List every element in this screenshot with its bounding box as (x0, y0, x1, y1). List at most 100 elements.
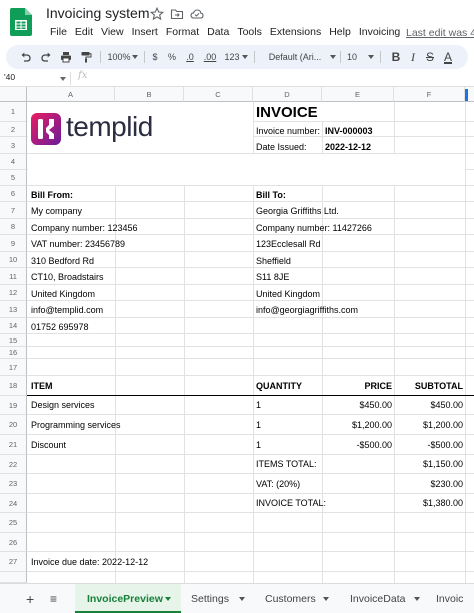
strikethrough-button[interactable]: S (424, 45, 436, 69)
row-header[interactable]: 13 (0, 301, 27, 318)
tab-customers[interactable]: Customers (265, 584, 345, 613)
invoice-total-value: $1,380.00 (422, 498, 463, 508)
currency-format-button[interactable]: $ (149, 45, 161, 69)
last-edit-link[interactable]: Last edit was 4 (406, 27, 474, 39)
column-header-c[interactable]: C (184, 87, 253, 102)
grid-line (27, 251, 474, 252)
add-sheet-button[interactable]: + (26, 584, 34, 613)
decrease-decimal-button[interactable]: .0 (183, 45, 197, 69)
item-price: -$500.00 (356, 440, 392, 450)
menu-insert[interactable]: Insert (128, 26, 162, 38)
column-header-b[interactable]: B (115, 87, 184, 102)
row-header[interactable]: 26 (0, 533, 27, 552)
row-header[interactable]: 25 (0, 513, 27, 533)
undo-button[interactable] (18, 45, 34, 69)
tab-invoice-preview[interactable]: InvoicePreview (75, 584, 181, 613)
tab-invoice-data[interactable]: InvoiceData (350, 584, 430, 613)
number-format-select[interactable]: 123 (222, 45, 242, 69)
text-color-button[interactable]: A (442, 45, 454, 69)
row-header[interactable]: 6 (0, 186, 27, 202)
menu-help[interactable]: Help (325, 26, 355, 38)
increase-decimal-button[interactable]: .00 (201, 45, 219, 69)
column-header-e[interactable]: E (322, 87, 394, 102)
row-header[interactable]: 16 (0, 347, 27, 359)
row-header[interactable]: 22 (0, 455, 27, 474)
item-quantity: 1 (256, 440, 262, 450)
grid-line (27, 284, 474, 285)
spreadsheet-grid[interactable]: A B C D E F 1 2 3 4 5 6 7 8 9 10 11 12 1… (0, 87, 474, 583)
cloud-saved-icon[interactable] (190, 7, 204, 21)
chevron-down-icon (323, 597, 329, 601)
print-button[interactable] (58, 45, 74, 69)
grid-line (27, 473, 474, 474)
row-header[interactable]: 5 (0, 170, 27, 186)
star-icon[interactable] (150, 7, 164, 21)
move-folder-icon[interactable] (170, 7, 184, 21)
menu-data[interactable]: Data (203, 26, 233, 38)
bill-from-line: Company number: 123456 (31, 223, 138, 233)
row-header[interactable] (0, 572, 27, 583)
all-sheets-button[interactable]: ≡ (50, 584, 57, 613)
row-header[interactable]: 19 (0, 396, 27, 415)
item-price: $450.00 (359, 400, 392, 410)
row-header[interactable]: 10 (0, 252, 27, 268)
italic-button[interactable]: I (407, 45, 419, 69)
row-header[interactable]: 7 (0, 202, 27, 219)
invoice-total-label: INVOICE TOTAL: (256, 498, 327, 508)
item-quantity: 1 (256, 400, 262, 410)
select-all-corner[interactable] (0, 87, 27, 102)
separator (144, 51, 145, 63)
row-header[interactable]: 9 (0, 235, 27, 252)
row-header[interactable]: 8 (0, 219, 27, 235)
menu-file[interactable]: File (46, 26, 71, 38)
google-sheets-logo-icon[interactable] (10, 8, 32, 36)
row-header[interactable]: 24 (0, 494, 27, 513)
column-header-f[interactable]: F (394, 87, 465, 102)
formula-input[interactable] (96, 70, 474, 86)
row-header[interactable]: 1 (0, 102, 27, 122)
grid-line (27, 551, 474, 552)
tab-invoic[interactable]: Invoic (436, 584, 474, 613)
row-header[interactable]: 11 (0, 268, 27, 285)
row-header[interactable]: 23 (0, 474, 27, 494)
document-title[interactable]: Invoicing system (46, 5, 149, 21)
font-size-field[interactable]: 10 (344, 45, 360, 69)
row-header[interactable]: 17 (0, 359, 27, 376)
menu-invoicing[interactable]: Invoicing (355, 26, 404, 38)
redo-button[interactable] (38, 45, 54, 69)
bold-button[interactable]: B (390, 45, 402, 69)
paint-format-button[interactable] (78, 45, 94, 69)
bill-from-line: 310 Bedford Rd (31, 256, 95, 266)
tab-settings[interactable]: Settings (191, 584, 259, 613)
row-header[interactable]: 12 (0, 285, 27, 301)
items-header-quantity: QUANTITY (256, 381, 302, 391)
menu-extensions[interactable]: Extensions (266, 26, 325, 38)
row-header[interactable]: 3 (0, 137, 27, 154)
row-header[interactable]: 18 (0, 376, 27, 396)
row-header[interactable]: 27 (0, 552, 27, 572)
menu-edit[interactable]: Edit (71, 26, 97, 38)
bill-from-line: CT10, Broadstairs (31, 272, 104, 282)
zoom-select[interactable]: 100% (106, 45, 132, 69)
menu-tools[interactable]: Tools (233, 26, 266, 38)
menu-view[interactable]: View (97, 26, 128, 38)
items-header-price: PRICE (364, 381, 392, 391)
row-header[interactable]: 21 (0, 435, 27, 455)
row-header[interactable]: 14 (0, 318, 27, 334)
tab-label: InvoiceData (350, 593, 406, 605)
column-header-a[interactable]: A (27, 87, 115, 102)
font-family-select[interactable]: Default (Ari... (260, 45, 330, 69)
percent-format-button[interactable]: % (166, 45, 178, 69)
row-header[interactable]: 15 (0, 334, 27, 347)
row-header[interactable]: 20 (0, 415, 27, 435)
chevron-down-icon (242, 55, 248, 59)
name-box[interactable]: '40 (4, 72, 62, 82)
row-header[interactable]: 2 (0, 122, 27, 137)
bill-from-line: VAT number: 23456789 (31, 239, 126, 249)
chevron-down-icon[interactable] (60, 77, 66, 81)
tab-label: Settings (191, 593, 229, 605)
menu-format[interactable]: Format (162, 26, 203, 38)
row-header[interactable]: 4 (0, 154, 27, 170)
grid-line (27, 267, 474, 268)
column-header-d[interactable]: D (253, 87, 322, 102)
